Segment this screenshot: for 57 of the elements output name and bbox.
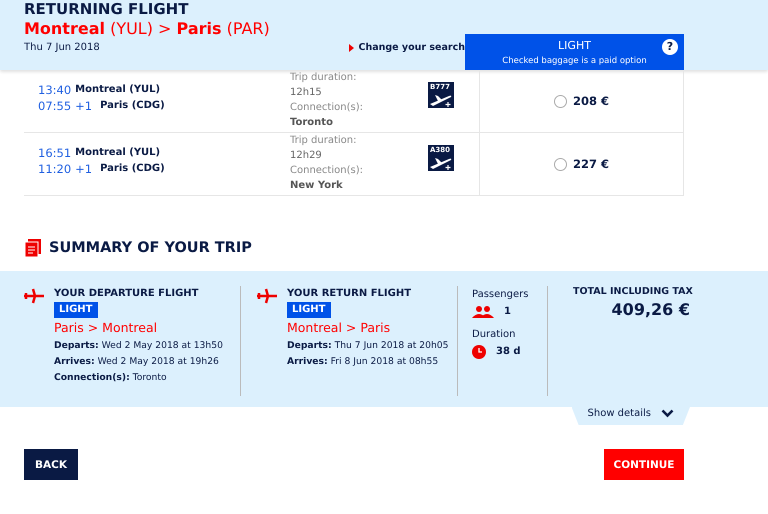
fare-radio[interactable] <box>554 158 567 170</box>
leg-detail: Departs: Wed 2 May 2018 at 13h50 <box>54 339 223 353</box>
fare-price: 227 € <box>572 157 609 171</box>
clock-icon <box>472 345 486 359</box>
fare-tag: LIGHT <box>54 302 98 318</box>
leg-route: Montreal > Paris <box>287 319 392 337</box>
fare-note: Checked baggage is a paid option <box>501 56 648 66</box>
leg-detail: Arrives: Wed 2 May 2018 at 19h26 <box>54 355 220 369</box>
people-icon <box>472 306 494 318</box>
leg-heading: YOUR DEPARTURE FLIGHT <box>54 287 200 301</box>
connection-label: Connection(s): <box>290 164 364 178</box>
page-title: RETURNING FLIGHT <box>24 0 190 18</box>
document-icon <box>25 239 41 257</box>
fare-tag: LIGHT <box>287 302 330 318</box>
continue-button[interactable]: CONTINUE <box>604 449 684 480</box>
connection-label: Connection(s): <box>290 101 364 115</box>
trip-duration: 12h15 <box>290 86 323 100</box>
fare-name: LIGHT <box>558 39 591 52</box>
total-label: TOTAL INCLUDING TAX <box>573 286 690 297</box>
back-button[interactable]: BACK <box>24 449 78 480</box>
departure-time: 13:40 <box>38 82 72 98</box>
duration-label: Trip duration: <box>290 134 358 148</box>
help-icon[interactable]: ? <box>662 39 678 55</box>
leg-detail: Departs: Thu 7 Jun 2018 at 20h05 <box>287 339 449 353</box>
fare-price: 208 € <box>572 94 609 108</box>
passenger-count: 1 <box>504 305 511 319</box>
duration-label: Trip duration: <box>290 71 358 85</box>
connection-city: New York <box>290 179 344 193</box>
trip-length: 38 d <box>496 345 521 359</box>
show-details-button[interactable]: Show details <box>572 407 690 425</box>
connection-city: Toronto <box>290 116 334 130</box>
trip-duration: 12h29 <box>290 149 323 163</box>
departure-time: 16:51 <box>38 145 72 161</box>
departure-airport: Montreal (YUL) <box>75 146 160 160</box>
route-title: Montreal (YUL) > Paris (PAR) <box>24 18 271 40</box>
fare-radio[interactable] <box>554 94 567 108</box>
day-offset: +1 <box>75 161 92 177</box>
total-price: 409,26 € <box>610 300 690 319</box>
passengers-label: Passengers <box>472 288 530 302</box>
arrival-time: 07:55 <box>38 98 72 114</box>
flight-date: Thu 7 Jun 2018 <box>24 42 100 53</box>
airplane-icon <box>257 288 277 304</box>
duration-label: Duration <box>472 328 516 342</box>
leg-route: Paris > Montreal <box>54 319 158 337</box>
leg-detail: Arrives: Fri 8 Jun 2018 at 08h55 <box>287 355 440 369</box>
departure-airport: Montreal (YUL) <box>75 83 160 97</box>
leg-heading: YOUR RETURN FLIGHT <box>287 287 412 301</box>
leg-detail: Connection(s): Toronto <box>54 371 168 385</box>
arrival-airport: Paris (CDG) <box>100 162 165 176</box>
airplane-icon <box>24 288 44 304</box>
chevron-down-icon <box>661 409 674 418</box>
day-offset: +1 <box>75 98 92 114</box>
summary-title: SUMMARY OF YOUR TRIP <box>49 240 252 256</box>
triangle-icon <box>349 44 354 52</box>
arrival-airport: Paris (CDG) <box>100 99 165 113</box>
arrival-time: 11:20 <box>38 161 72 177</box>
change-search-link[interactable]: Change your search <box>349 42 465 53</box>
